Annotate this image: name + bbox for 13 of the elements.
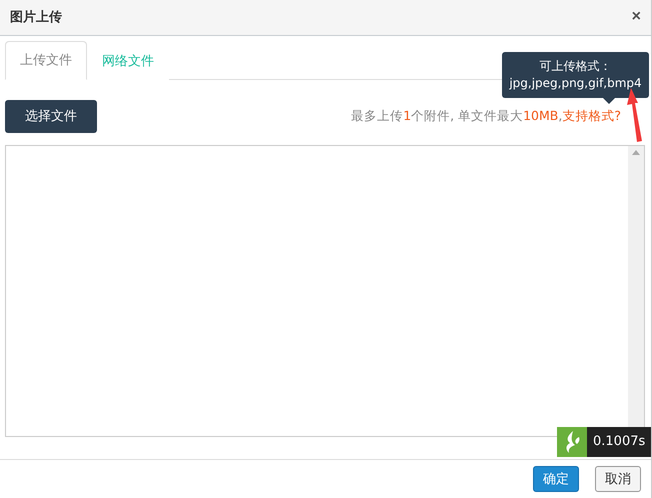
dialog-title: 图片上传 <box>10 9 62 26</box>
flame-logo-icon <box>557 427 587 457</box>
confirm-button[interactable]: 确定 <box>533 466 579 492</box>
cancel-button[interactable]: 取消 <box>595 466 641 492</box>
tooltip-formats: jpg,jpeg,png,gif,bmp4 <box>509 75 642 92</box>
load-time: 0.1007s <box>587 427 651 457</box>
tooltip-title: 可上传格式： <box>540 58 612 75</box>
upload-limit-note: 最多上传1个附件, 单文件最大10MB, <box>351 108 562 125</box>
choose-file-button[interactable]: 选择文件 <box>5 100 97 133</box>
tab[interactable]: 上传文件 <box>5 40 87 80</box>
annotation-arrow <box>627 88 643 142</box>
debug-badge[interactable]: 0.1007s <box>557 427 651 457</box>
close-button[interactable]: × <box>632 8 641 26</box>
